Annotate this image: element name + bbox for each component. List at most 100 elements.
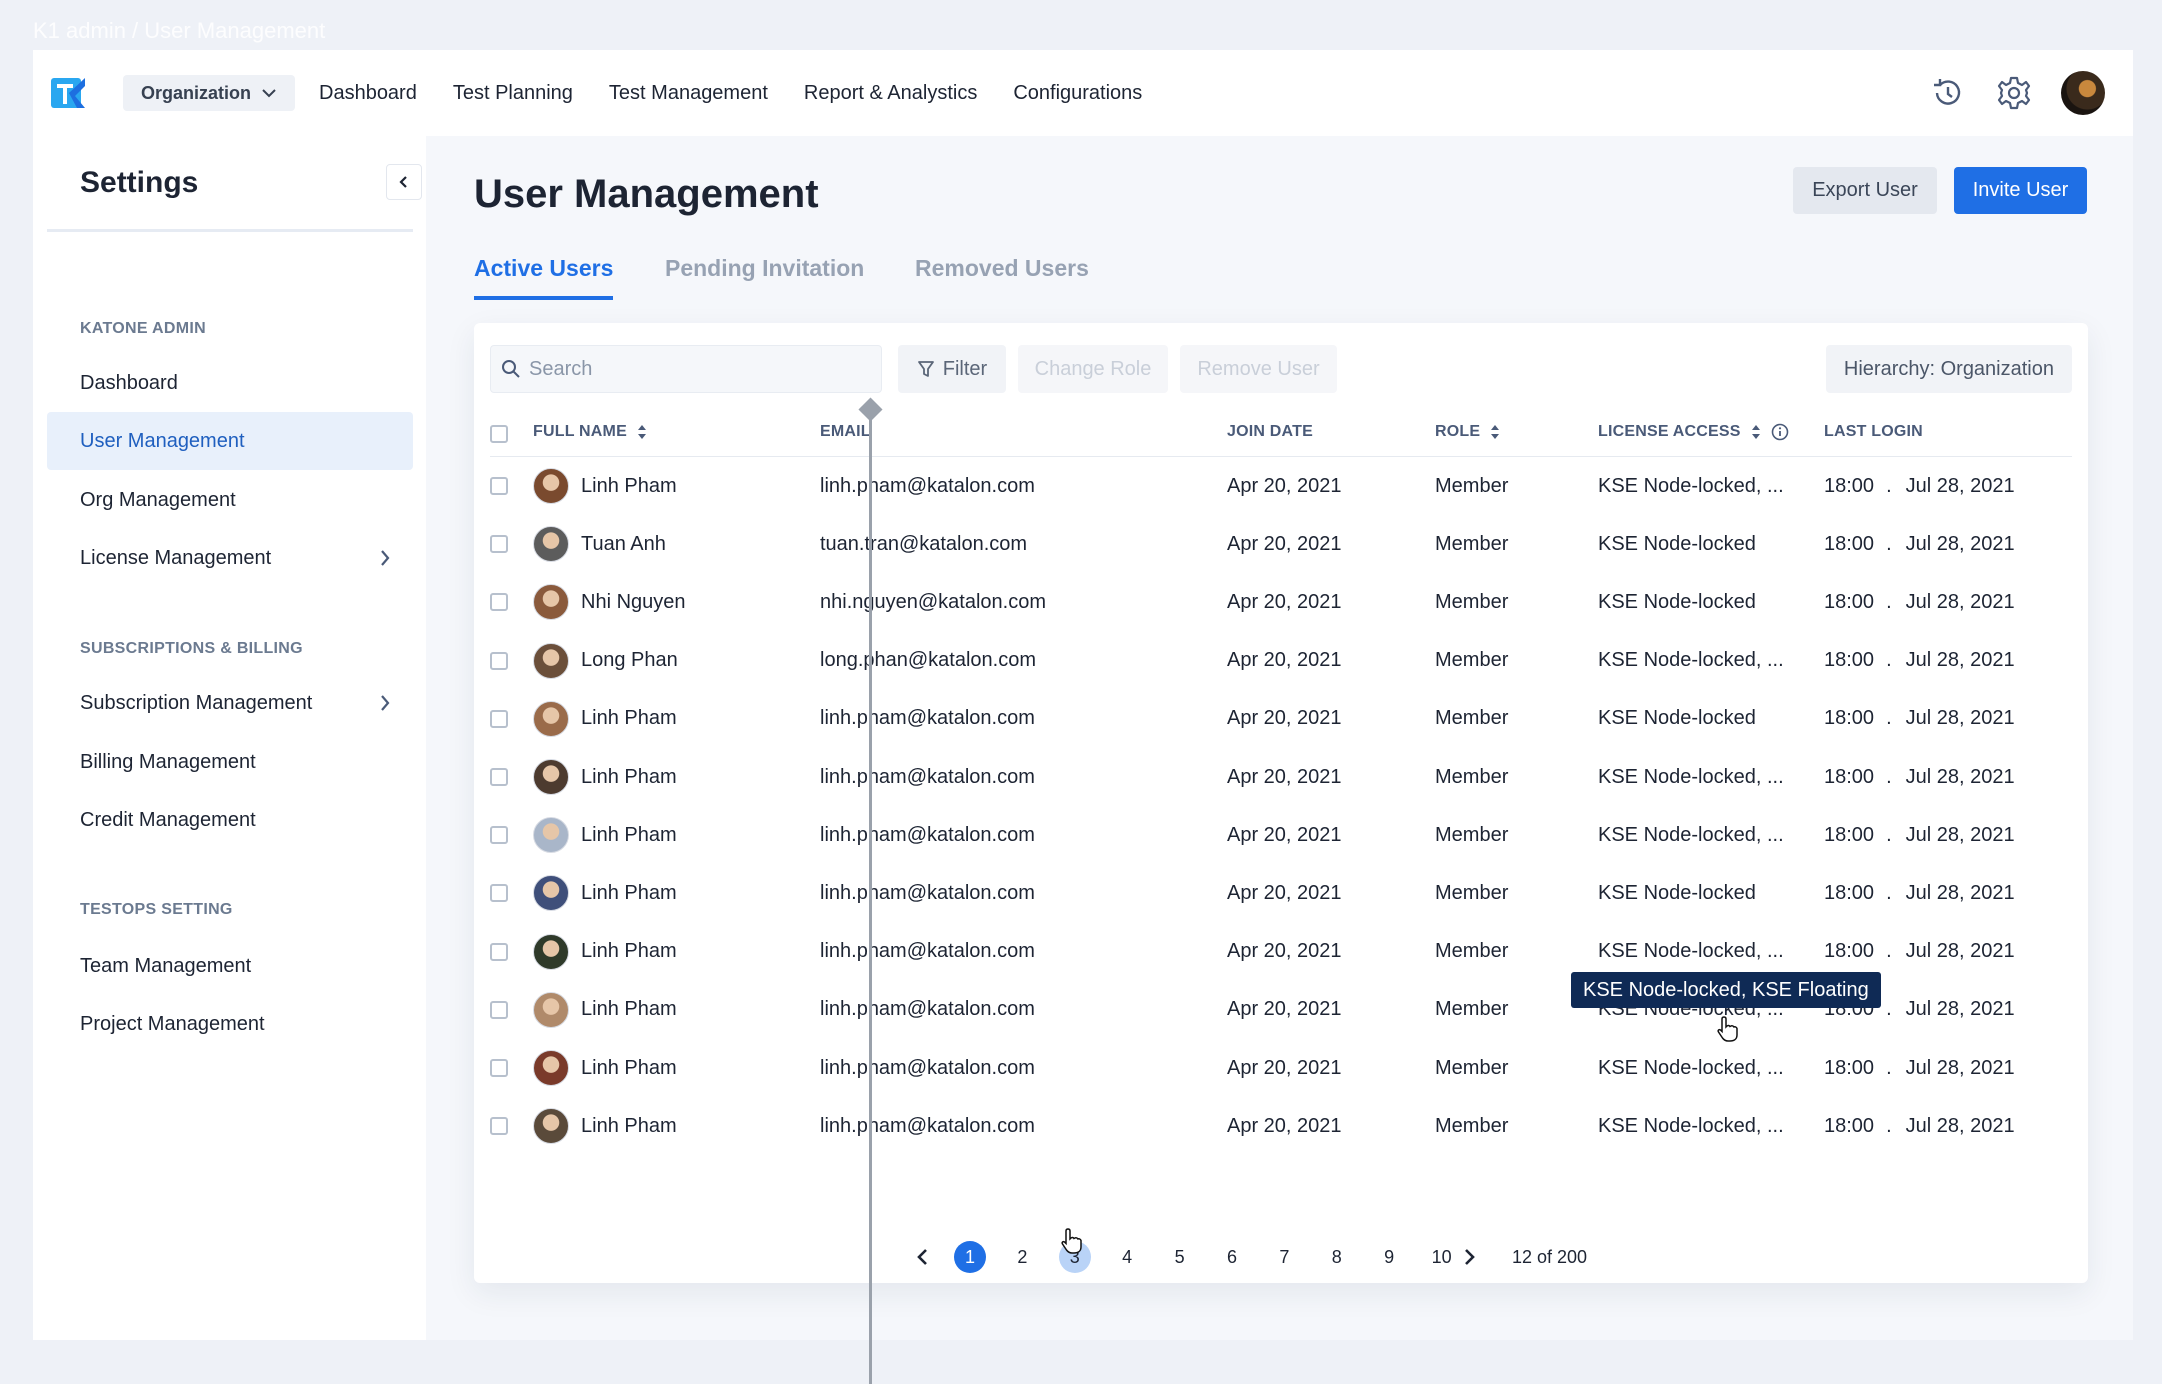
column-header-full-name[interactable]: FULL NAME — [533, 423, 647, 441]
cell-email: linh.pham@katalon.com — [820, 474, 1035, 497]
last-login-time: 18:00 — [1824, 881, 1875, 904]
tab-pending-invitation[interactable]: Pending Invitation — [665, 255, 864, 296]
nav-test-planning[interactable]: Test Planning — [453, 82, 573, 105]
cell-full-name: Linh Pham — [533, 457, 677, 515]
sidebar-item-billing-management[interactable]: Billing Management — [47, 733, 413, 791]
cell-full-name: Linh Pham — [533, 923, 677, 981]
page-button-10[interactable]: 10 — [1426, 1241, 1458, 1273]
page-button-7[interactable]: 7 — [1268, 1241, 1300, 1273]
table-row[interactable]: Long Phan long.phan@katalon.com Apr 20, 20… — [490, 632, 2072, 690]
nav-report-analytics[interactable]: Report & Analystics — [804, 82, 977, 105]
user-name: Nhi Nguyen — [581, 590, 686, 613]
chevron-left-icon[interactable] — [916, 1247, 930, 1267]
page-button-4[interactable]: 4 — [1111, 1241, 1143, 1273]
cell-license-access[interactable]: KSE Node-locked, ... — [1598, 1097, 1784, 1155]
sort-icon — [637, 425, 646, 439]
cell-role: Member — [1435, 940, 1509, 963]
resize-guide-line[interactable] — [869, 408, 872, 1384]
cell-join-date: Apr 20, 2021 — [1227, 1056, 1342, 1079]
history-button[interactable] — [1929, 74, 1967, 112]
page-button-1[interactable]: 1 — [954, 1241, 986, 1273]
search-input[interactable] — [529, 357, 869, 381]
cell-license-access[interactable]: KSE Node-locked — [1598, 573, 1756, 631]
cell-full-name: Linh Pham — [533, 690, 677, 748]
table-row[interactable]: Linh Pham linh.pham@katalon.com Apr 20, 20… — [490, 1097, 2072, 1155]
row-checkbox[interactable] — [490, 1117, 508, 1136]
cell-license-access[interactable]: KSE Node-locked, ... — [1598, 806, 1784, 864]
cell-license-access[interactable]: KSE Node-locked, ... — [1598, 632, 1784, 690]
row-checkbox[interactable] — [490, 826, 508, 845]
cell-license-access[interactable]: KSE Node-locked, ... — [1598, 1039, 1784, 1097]
sidebar-item-license-management[interactable]: License Management — [47, 529, 413, 587]
page-button-8[interactable]: 8 — [1321, 1241, 1353, 1273]
table-row[interactable]: Linh Pham linh.pham@katalon.com Apr 20, 20… — [490, 690, 2072, 748]
search-box[interactable] — [490, 345, 882, 393]
sidebar-item-subscription-management[interactable]: Subscription Management — [47, 674, 413, 732]
sidebar-item-credit-management[interactable]: Credit Management — [47, 791, 413, 849]
organization-select[interactable]: Organization — [123, 75, 296, 111]
row-checkbox[interactable] — [490, 1059, 508, 1077]
sidebar-item-org-management[interactable]: Org Management — [47, 471, 413, 529]
sidebar-item-team-management[interactable]: Team Management — [47, 937, 413, 995]
nav-configurations[interactable]: Configurations — [1013, 82, 1142, 105]
nav-test-management[interactable]: Test Management — [609, 82, 768, 105]
page-button-6[interactable]: 6 — [1216, 1241, 1248, 1273]
user-avatar[interactable] — [2061, 71, 2105, 115]
sidebar-item-project-management[interactable]: Project Management — [47, 995, 413, 1053]
filter-button[interactable]: Filter — [898, 345, 1006, 393]
remove-user-button[interactable]: Remove User — [1180, 345, 1337, 393]
page-button-2[interactable]: 2 — [1006, 1241, 1038, 1273]
last-login-date: Jul 28, 2021 — [1905, 765, 2015, 788]
katalon-logo-icon[interactable] — [51, 76, 87, 112]
change-role-button[interactable]: Change Role — [1018, 345, 1168, 393]
tab-active-users[interactable]: Active Users — [474, 255, 614, 300]
nav-dashboard[interactable]: Dashboard — [319, 82, 417, 105]
sidebar-item-dashboard[interactable]: Dashboard — [47, 354, 413, 412]
table-row[interactable]: Linh Pham linh.pham@katalon.com Apr 20, 20… — [490, 1039, 2072, 1097]
column-header-role[interactable]: ROLE — [1435, 423, 1500, 441]
table-row[interactable]: Nhi Nguyen nhi.nguyen@katalon.com Apr 20, … — [490, 573, 2072, 631]
table-row[interactable]: Linh Pham linh.pham@katalon.com Apr 20, 20… — [490, 457, 2072, 515]
cell-join-date: Apr 20, 2021 — [1227, 590, 1342, 613]
table-row[interactable]: Linh Pham linh.pham@katalon.com Apr 20, 20… — [490, 864, 2072, 922]
chevron-right-icon[interactable] — [1462, 1247, 1476, 1267]
row-checkbox[interactable] — [490, 768, 508, 786]
cell-license-access[interactable]: KSE Node-locked — [1598, 864, 1756, 922]
info-icon[interactable] — [1771, 423, 1789, 441]
cell-role: Member — [1435, 765, 1509, 788]
row-checkbox[interactable] — [490, 477, 508, 495]
export-user-button[interactable]: Export User — [1793, 167, 1937, 214]
cell-license-access[interactable]: KSE Node-locked, ... — [1598, 457, 1784, 515]
hierarchy-select[interactable]: Hierarchy: Organization — [1825, 345, 2072, 393]
row-checkbox[interactable] — [490, 651, 508, 670]
table-row[interactable]: Linh Pham linh.pham@katalon.com Apr 20, 20… — [490, 806, 2072, 864]
settings-button[interactable] — [1995, 74, 2033, 112]
row-checkbox[interactable] — [490, 884, 508, 903]
table-row[interactable]: Tuan Anh tuan.tran@katalon.com Apr 20, 202… — [490, 515, 2072, 573]
sidebar-title: Settings — [80, 166, 199, 199]
row-checkbox[interactable] — [490, 593, 508, 612]
table-row[interactable]: Linh Pham linh.pham@katalon.com Apr 20, 20… — [490, 748, 2072, 806]
invite-user-button[interactable]: Invite User — [1954, 167, 2087, 214]
select-all-checkbox[interactable] — [490, 425, 508, 443]
row-checkbox[interactable] — [490, 535, 508, 554]
row-checkbox[interactable] — [490, 1000, 508, 1019]
sidebar-item-label: Billing Management — [80, 750, 256, 773]
column-header-license-access[interactable]: LICENSE ACCESS — [1598, 423, 1789, 441]
page-button-5[interactable]: 5 — [1164, 1241, 1196, 1273]
sidebar-item-user-management[interactable]: User Management — [47, 412, 413, 470]
cell-license-access[interactable]: KSE Node-locked — [1598, 690, 1756, 748]
avatar — [533, 526, 569, 563]
separator-dot: . — [1886, 765, 1892, 788]
cell-join-date: Apr 20, 2021 — [1227, 881, 1342, 904]
sidebar-collapse-button[interactable] — [386, 164, 422, 200]
row-checkbox[interactable] — [490, 709, 508, 728]
cell-join-date: Apr 20, 2021 — [1227, 474, 1342, 497]
row-checkbox[interactable] — [490, 942, 508, 961]
tab-removed-users[interactable]: Removed Users — [915, 255, 1089, 296]
avatar — [533, 817, 569, 854]
cell-role: Member — [1435, 1114, 1509, 1137]
page-button-9[interactable]: 9 — [1373, 1241, 1405, 1273]
cell-license-access[interactable]: KSE Node-locked, ... — [1598, 748, 1784, 806]
cell-license-access[interactable]: KSE Node-locked — [1598, 515, 1756, 573]
